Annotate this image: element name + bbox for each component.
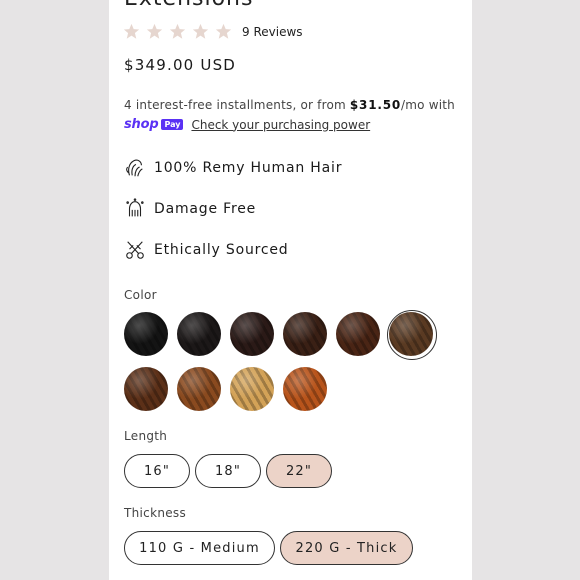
head-hair-icon [124, 198, 146, 220]
installments-prefix: 4 interest-free installments, or from [124, 98, 350, 112]
color-swatch-2[interactable] [177, 312, 221, 356]
scissors-icon [124, 239, 146, 261]
length-option-22[interactable]: 22" [266, 454, 332, 488]
product-card [109, 0, 472, 580]
color-label: Color [124, 288, 157, 302]
reviews-link[interactable]: 9 Reviews [242, 25, 303, 39]
feature-label: 100% Remy Human Hair [154, 160, 343, 176]
color-swatch-4[interactable] [283, 312, 327, 356]
pay-badge: Pay [161, 119, 184, 130]
rating[interactable]: 9 Reviews [123, 23, 303, 41]
color-swatch-1[interactable] [124, 312, 168, 356]
installment-amount: $31.50 [349, 98, 402, 112]
star-icon [146, 23, 169, 41]
feature-label: Ethically Sourced [154, 242, 289, 258]
color-swatch-6[interactable] [389, 312, 433, 356]
purchasing-power-link[interactable]: Check your purchasing power [191, 118, 370, 132]
star-icon [192, 23, 215, 41]
star-icon [215, 23, 238, 41]
thickness-option-medium[interactable]: 110 G - Medium [124, 531, 275, 565]
thickness-label: Thickness [124, 506, 187, 520]
color-swatch-7[interactable] [124, 367, 168, 411]
installments-suffix: /mo with [401, 98, 455, 112]
feature-ethically-sourced: Ethically Sourced [124, 239, 288, 261]
hair-icon [124, 157, 146, 179]
product-title: Extensions [124, 0, 253, 11]
thickness-option-thick[interactable]: 220 G - Thick [280, 531, 413, 565]
length-option-16[interactable]: 16" [124, 454, 190, 488]
shop-pay-logo: shop [124, 117, 159, 132]
feature-remy: 100% Remy Human Hair [124, 157, 342, 179]
price: $349.00 USD [124, 56, 237, 74]
color-swatch-10[interactable] [283, 367, 327, 411]
length-option-18[interactable]: 18" [195, 454, 261, 488]
color-swatch-5[interactable] [336, 312, 380, 356]
shop-pay-row: shop Pay Check your purchasing power [124, 117, 370, 132]
color-swatch-3[interactable] [230, 312, 274, 356]
color-swatch-8[interactable] [177, 367, 221, 411]
feature-label: Damage Free [154, 201, 257, 217]
star-icon [123, 23, 146, 41]
installments-text: 4 interest-free installments, or from $3… [124, 98, 455, 112]
length-label: Length [124, 429, 168, 443]
color-swatch-9[interactable] [230, 367, 274, 411]
star-icon [169, 23, 192, 41]
feature-damage-free: Damage Free [124, 198, 256, 220]
